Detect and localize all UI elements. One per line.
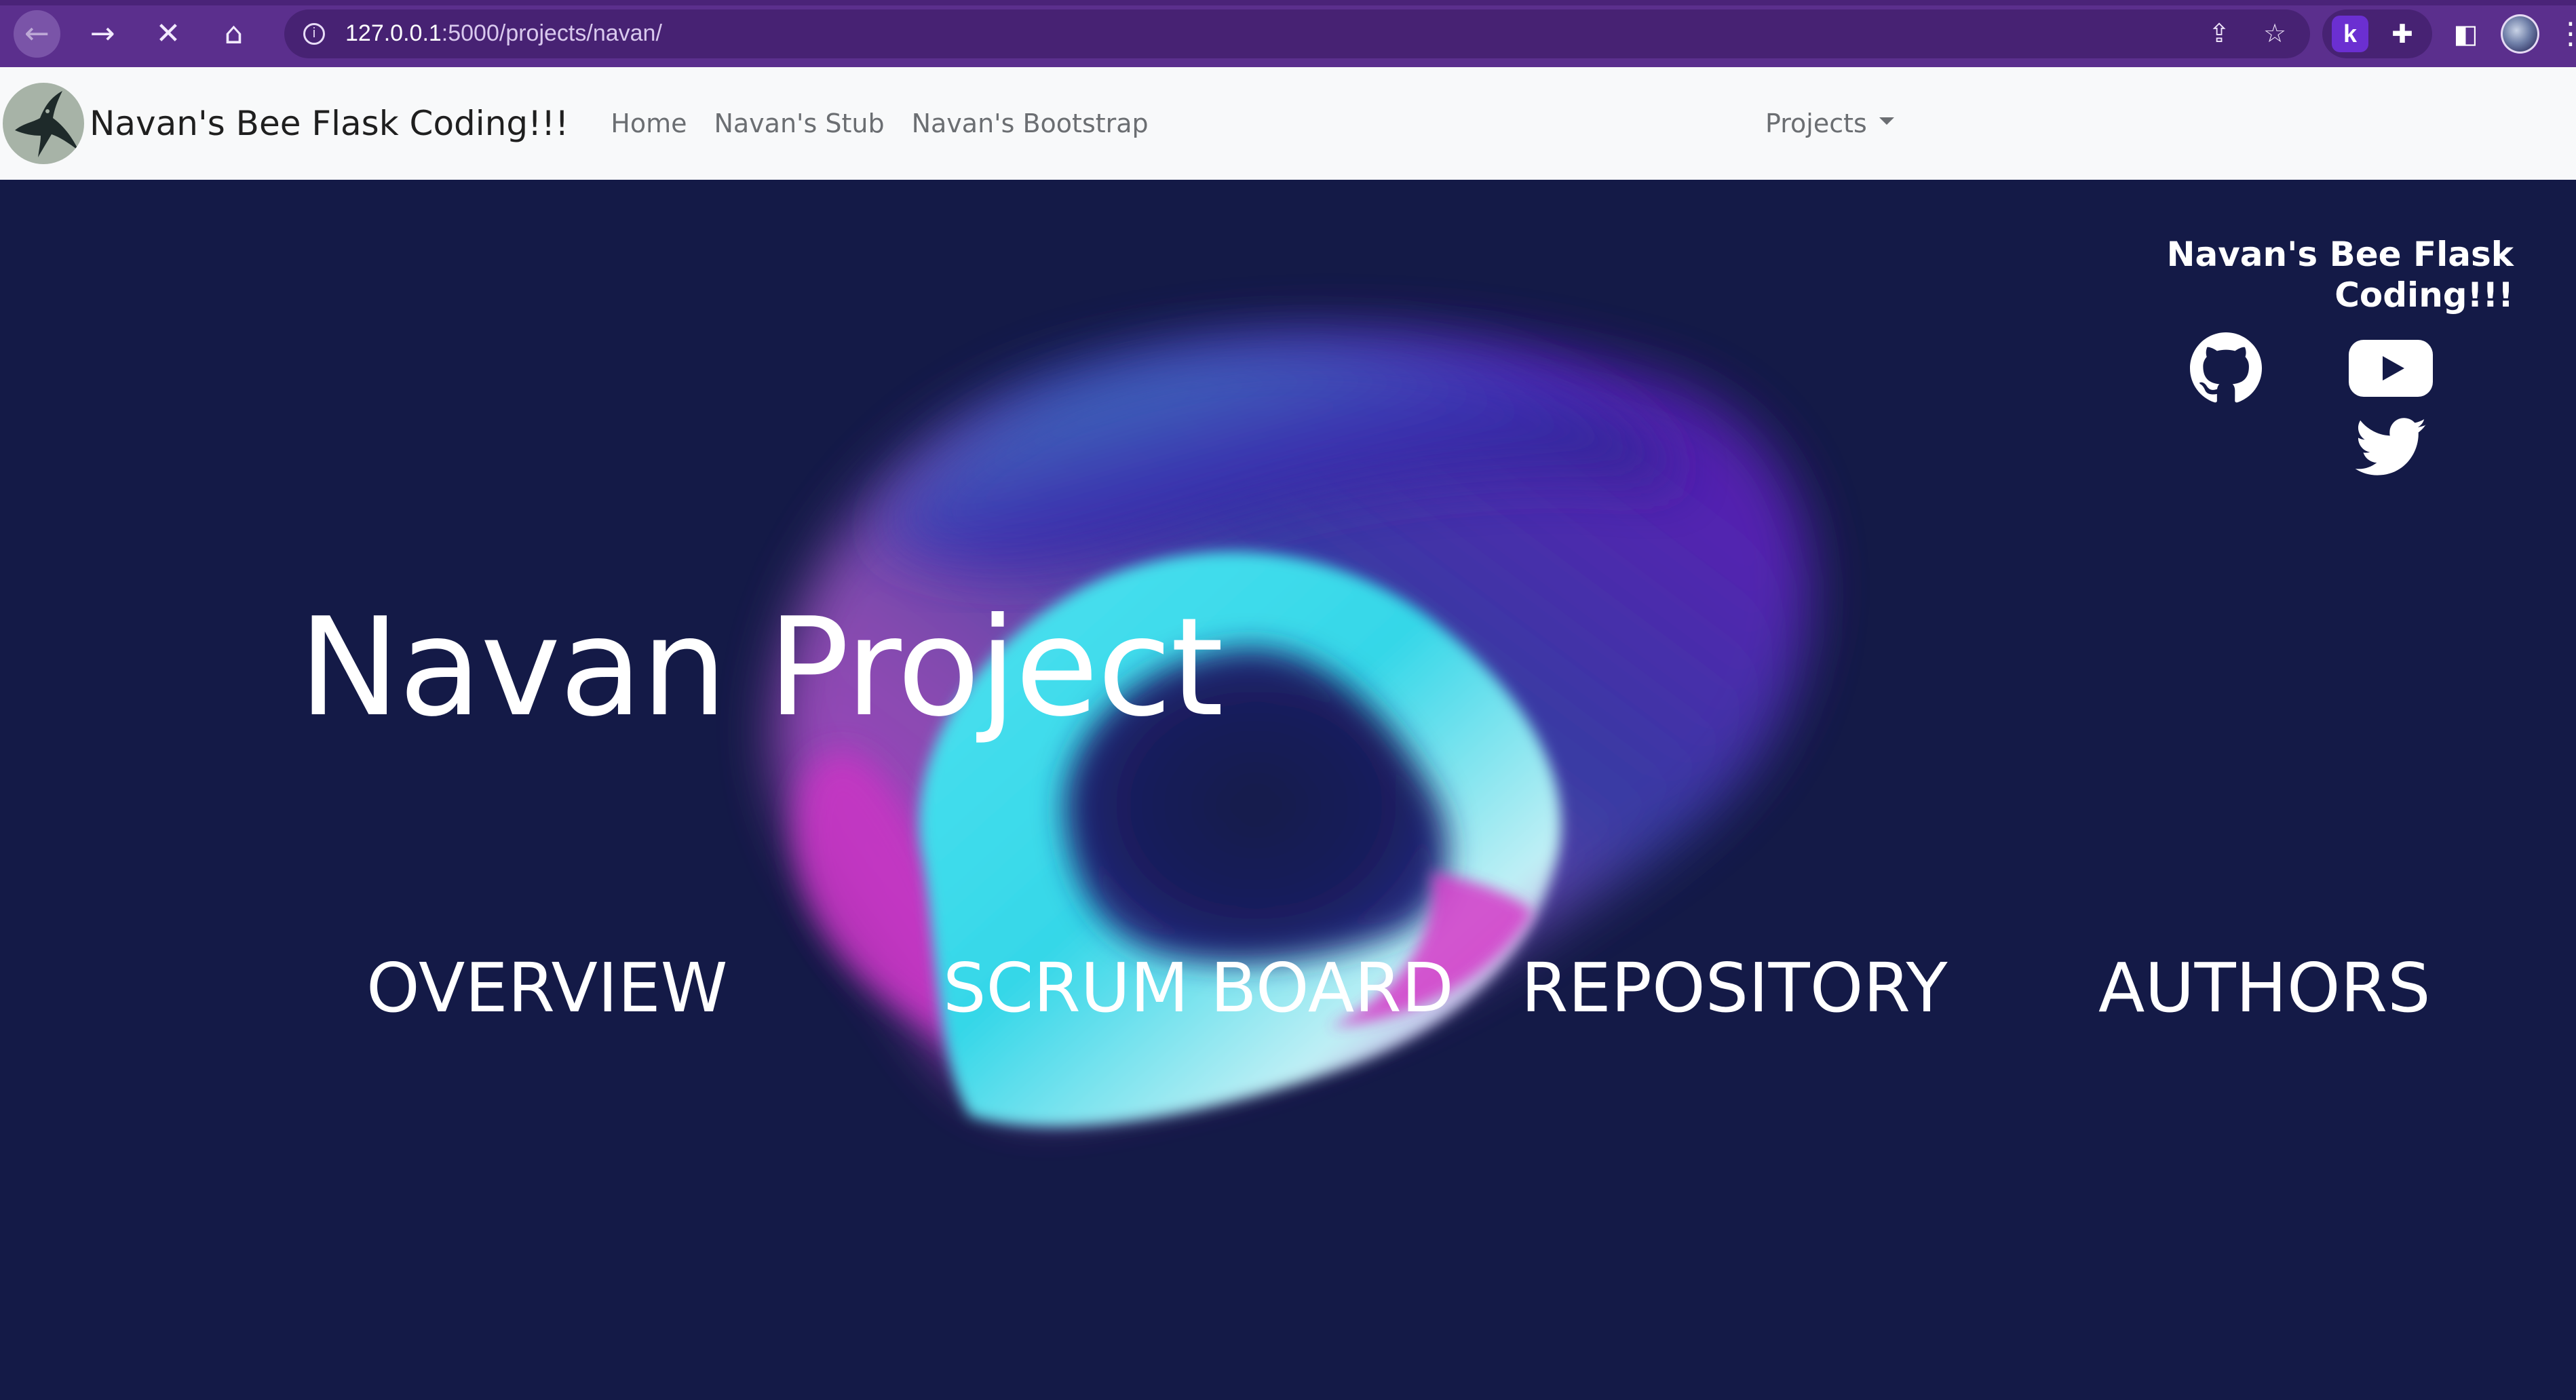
k-extension-icon[interactable]: k: [2332, 15, 2369, 52]
hero-nav: OVERVIEW SCRUM BOARD REPOSITORY AUTHORS: [0, 944, 2576, 1032]
social-title-line1: Navan's Bee Flask: [2166, 235, 2514, 274]
share-icon[interactable]: ⇪: [2199, 14, 2239, 54]
nav-link-bootstrap[interactable]: Navan's Bootstrap: [912, 109, 1149, 138]
browser-toolbar: ← → ✕ ⌂ i 127.0.0.1:5000/projects/navan/…: [0, 0, 2576, 67]
projects-dropdown[interactable]: Projects: [1765, 67, 1894, 180]
extensions-puzzle-icon[interactable]: ✚: [2382, 14, 2423, 54]
back-icon[interactable]: ←: [14, 9, 60, 58]
forward-icon[interactable]: →: [79, 10, 126, 58]
scrum-board-link[interactable]: SCRUM BOARD: [943, 944, 1454, 1032]
bookmark-star-icon[interactable]: ☆: [2254, 14, 2295, 54]
nav-link-stub[interactable]: Navan's Stub: [714, 109, 884, 138]
social-title-line2: Coding!!!: [2334, 275, 2514, 315]
github-icon[interactable]: [2190, 332, 2262, 404]
projects-dropdown-label: Projects: [1765, 109, 1867, 138]
twitter-icon[interactable]: [2356, 417, 2427, 478]
authors-link[interactable]: AUTHORS: [2098, 944, 2431, 1032]
youtube-icon[interactable]: [2349, 337, 2433, 400]
address-bar[interactable]: i 127.0.0.1:5000/projects/navan/ ⇪ ☆: [284, 9, 2311, 58]
side-panel-icon[interactable]: ◧: [2446, 14, 2486, 54]
bird-logo-icon[interactable]: [3, 83, 84, 164]
browser-menu-icon[interactable]: ⋮: [2556, 16, 2576, 51]
extensions-area: k ✚: [2322, 9, 2433, 58]
site-navbar: Navan's Bee Flask Coding!!! Home Navan's…: [0, 67, 2576, 180]
overview-link[interactable]: OVERVIEW: [366, 944, 728, 1032]
caret-down-icon: [1879, 117, 1894, 125]
url-path: :5000/projects/navan/: [441, 20, 662, 46]
url-host: 127.0.0.1: [345, 20, 442, 46]
site-info-icon[interactable]: i: [303, 22, 325, 45]
hero-section: Navan Project OVERVIEW SCRUM BOARD REPOS…: [0, 180, 2576, 1400]
nav-link-home[interactable]: Home: [611, 109, 687, 138]
brand-title[interactable]: Navan's Bee Flask Coding!!!: [90, 104, 569, 143]
profile-avatar[interactable]: [2500, 14, 2540, 54]
repository-link[interactable]: REPOSITORY: [1521, 944, 1948, 1032]
stop-loading-icon[interactable]: ✕: [145, 10, 192, 58]
social-block: Navan's Bee Flask Coding!!!: [2134, 234, 2514, 315]
home-icon[interactable]: ⌂: [210, 10, 257, 58]
browser-tab-strip: [0, 0, 2576, 5]
hero-title: Navan Project: [299, 589, 1224, 747]
